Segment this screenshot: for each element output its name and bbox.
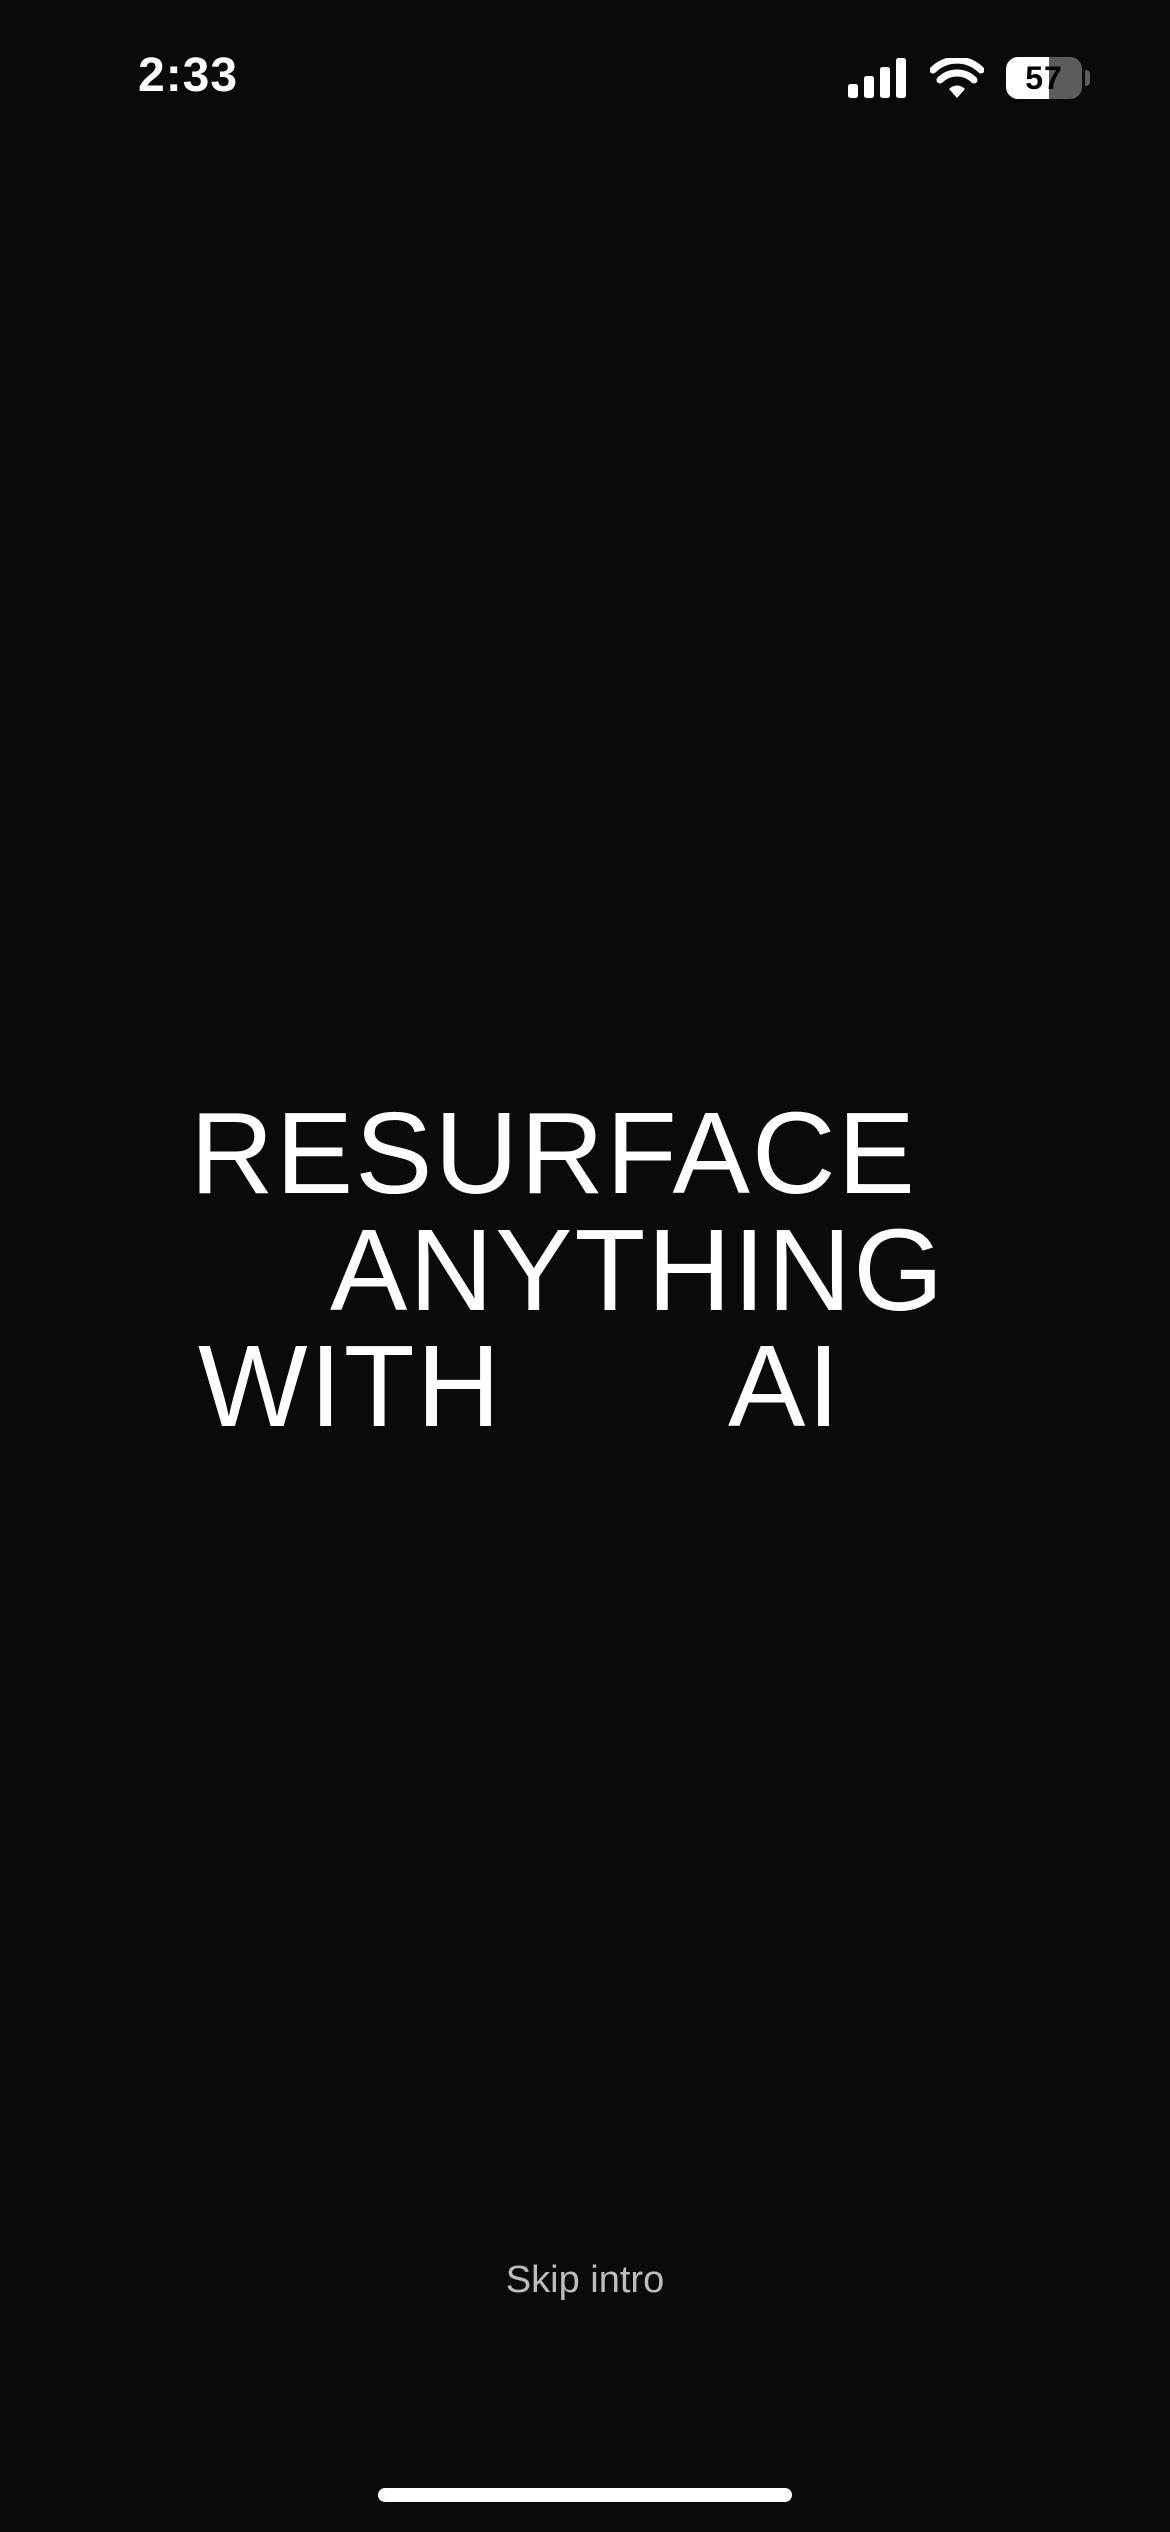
status-time: 2:33: [138, 49, 239, 102]
headline-word-anything: ANYTHING: [330, 1205, 946, 1335]
headline-word-resurface: RESURFACE: [190, 1088, 918, 1218]
wifi-icon: [930, 58, 984, 98]
battery-tip: [1085, 70, 1090, 86]
signal-icon: [848, 58, 906, 98]
battery-level: 57: [1025, 60, 1063, 96]
headline-word-ai: AI: [728, 1321, 842, 1451]
skip-intro-button[interactable]: Skip intro: [0, 2256, 1170, 2304]
intro-screen: 2:33 57 RESURFACE ANYTHING WITH AI Skip …: [0, 0, 1170, 2532]
headline-word-with: WITH: [198, 1321, 503, 1451]
battery-icon: 57: [1006, 57, 1090, 99]
home-indicator[interactable]: [378, 2488, 792, 2502]
headline: RESURFACE ANYTHING WITH AI: [0, 0, 1170, 2532]
status-icons: 57: [848, 50, 1090, 106]
